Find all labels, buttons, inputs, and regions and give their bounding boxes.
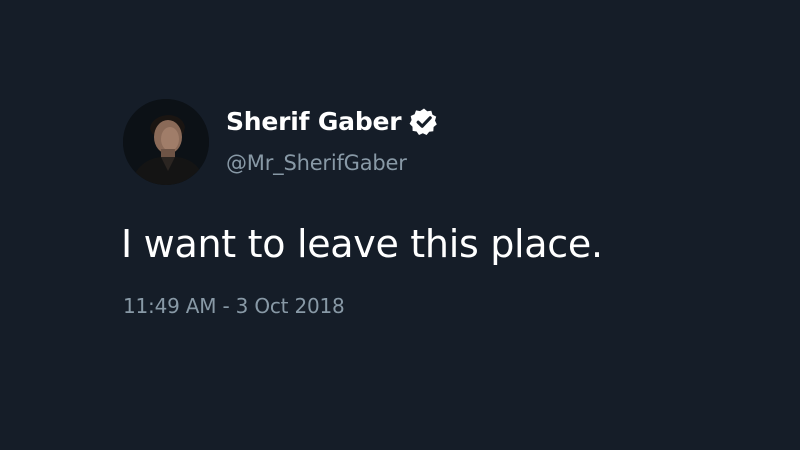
tweet-card: Sherif Gaber @Mr_SherifGaber I want to l…	[0, 0, 800, 450]
display-name[interactable]: Sherif Gaber	[226, 106, 402, 138]
profile-photo-icon	[123, 99, 209, 185]
author-row: Sherif Gaber	[226, 106, 439, 138]
tweet-timestamp[interactable]: 11:49 AM - 3 Oct 2018	[123, 293, 345, 319]
verified-badge-icon	[409, 107, 439, 137]
avatar[interactable]	[123, 99, 209, 185]
user-handle[interactable]: @Mr_SherifGaber	[226, 150, 407, 176]
tweet-text: I want to leave this place.	[121, 222, 603, 266]
